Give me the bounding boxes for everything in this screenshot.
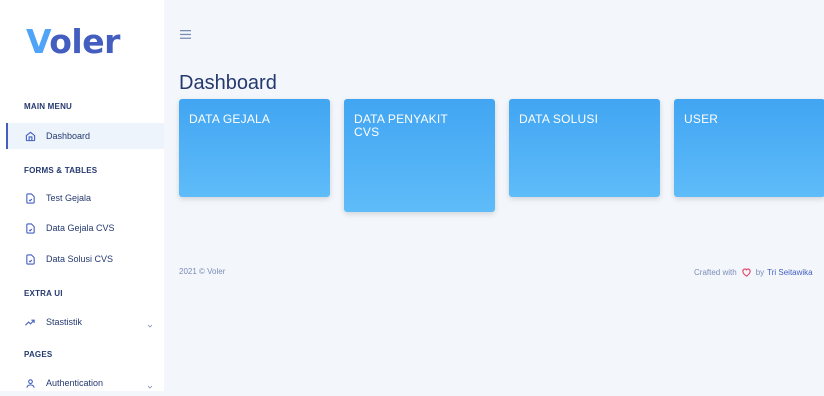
file-icon — [24, 192, 36, 204]
trending-up-icon — [24, 316, 36, 328]
footer-crafted-text: Crafted with — [694, 267, 737, 277]
footer-copyright: 2021 © Voler — [179, 267, 226, 276]
sidebar-item-stastistik[interactable]: Stastistik — [6, 309, 164, 335]
card-data-gejala[interactable]: DATA GEJALA — [179, 99, 330, 197]
file-icon — [24, 253, 36, 265]
sidebar-item-label: Dashboard — [46, 131, 91, 141]
card-data-solusi[interactable]: DATA SOLUSI — [509, 99, 660, 197]
section-title-forms: FORMS & TABLES — [24, 166, 98, 175]
hamburger-icon[interactable] — [180, 26, 191, 44]
author-link[interactable]: Tri Seitawika — [767, 268, 813, 277]
file-icon — [24, 222, 36, 234]
footer-credits: Crafted with by Tri Seitawika — [694, 267, 813, 277]
card-data-penyakit-cvs[interactable]: DATA PENYAKIT CVS — [344, 99, 495, 212]
section-title-pages: PAGES — [24, 350, 53, 359]
logo[interactable]: Voler — [26, 22, 120, 61]
chevron-down-icon[interactable] — [146, 378, 154, 396]
sidebar-item-label: Test Gejala — [46, 193, 92, 203]
home-icon — [24, 130, 36, 142]
sidebar-item-label: Data Solusi CVS — [46, 254, 114, 264]
logo-rest: oler — [49, 22, 120, 61]
user-icon — [24, 377, 36, 389]
chevron-down-icon[interactable] — [146, 317, 154, 335]
card-title: DATA SOLUSI — [519, 112, 599, 126]
heart-icon — [741, 267, 752, 277]
footer-by-text: by — [755, 267, 765, 277]
sidebar-item-label: Authentication — [46, 378, 104, 388]
card-user[interactable]: USER — [674, 99, 824, 197]
logo-first-letter: V — [26, 22, 50, 61]
sidebar-item-dashboard[interactable]: Dashboard — [6, 123, 164, 149]
sidebar-item-test-gejala[interactable]: Test Gejala — [6, 185, 164, 211]
page-title: Dashboard — [179, 72, 277, 94]
card-title: DATA GEJALA — [189, 112, 271, 126]
sidebar-item-data-gejala-cvs[interactable]: Data Gejala CVS — [6, 215, 164, 241]
sidebar-item-label: Data Gejala CVS — [46, 223, 115, 233]
sidebar-item-label: Stastistik — [46, 317, 83, 327]
section-title-extra-ui: EXTRA UI — [24, 289, 63, 298]
card-title: USER — [684, 112, 719, 126]
section-title-main-menu: MAIN MENU — [24, 102, 73, 111]
sidebar-item-authentication[interactable]: Authentication — [6, 370, 164, 396]
sidebar-item-data-solusi-cvs[interactable]: Data Solusi CVS — [6, 246, 164, 272]
card-title: DATA PENYAKIT CVS — [354, 112, 448, 139]
sidebar: Voler MAIN MENU Dashboard FORMS & TABLES… — [0, 0, 164, 391]
